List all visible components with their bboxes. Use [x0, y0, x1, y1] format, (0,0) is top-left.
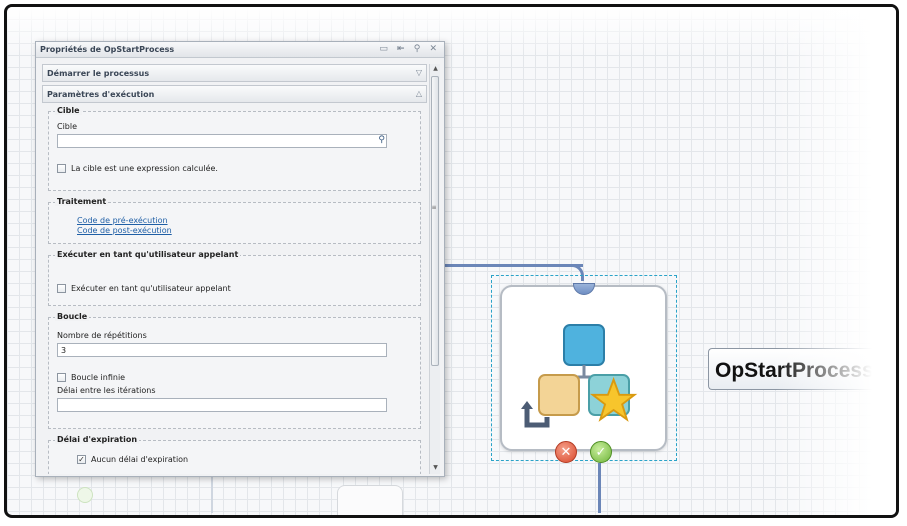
- chevron-down-icon[interactable]: ▽: [416, 68, 422, 77]
- panel-window-buttons[interactable]: ▭ ⇤ ⚲ ✕: [379, 44, 440, 54]
- group-legend: Boucle: [55, 312, 90, 321]
- chevron-up-icon[interactable]: △: [416, 89, 422, 98]
- group-legend: Traitement: [55, 197, 109, 206]
- panel-scrollbar[interactable]: ▲ ≡ ▼: [429, 64, 440, 474]
- connector-line[interactable]: [443, 264, 583, 267]
- group-execute-as: Exécuter en tant qu'utilisateur appelant…: [48, 250, 421, 306]
- execute-as-checkbox-row[interactable]: Exécuter en tant qu'utilisateur appelant: [57, 284, 412, 293]
- panel-title-bar[interactable]: Propriétés de OpStartProcess ▭ ⇤ ⚲ ✕: [36, 42, 444, 58]
- panel-title: Propriétés de OpStartProcess: [40, 45, 175, 54]
- loop-delay-label: Délai entre les itérations: [57, 386, 156, 395]
- loop-delay-input[interactable]: [57, 398, 387, 412]
- output-connector[interactable]: [598, 463, 601, 513]
- ghost-activity-node: [337, 485, 403, 515]
- scroll-up-icon[interactable]: ▲: [431, 65, 440, 74]
- section-label: Paramètres d'exécution: [47, 90, 155, 99]
- start-process-icon: [521, 324, 638, 428]
- repeat-count-value: 3: [61, 346, 67, 355]
- repeat-count-input[interactable]: 3: [57, 343, 387, 357]
- error-outcome-icon[interactable]: ✕: [555, 441, 577, 463]
- ghost-connector: [211, 473, 213, 513]
- section-execution-params[interactable]: Paramètres d'exécution △: [42, 85, 427, 103]
- cible-input[interactable]: ⚲: [57, 134, 387, 148]
- group-legend: Cible: [55, 106, 82, 115]
- no-timeout-label: Aucun délai d'expiration: [91, 455, 189, 464]
- cible-label: Cible: [57, 122, 78, 131]
- section-start-process[interactable]: Démarrer le processus ▽: [42, 64, 427, 82]
- infinite-loop-checkbox[interactable]: [57, 373, 66, 382]
- ghost-node-circle: [77, 487, 93, 503]
- scroll-grip-icon: ≡: [431, 204, 437, 211]
- pre-execution-link[interactable]: Code de pré-exécution: [77, 216, 412, 226]
- execute-as-checkbox[interactable]: [57, 284, 66, 293]
- success-outcome-icon[interactable]: ✓: [590, 441, 612, 463]
- designer-canvas[interactable]: ✕ ✓ OpStartProcess Propriétés de OpStart…: [4, 4, 899, 518]
- scroll-thumb[interactable]: [431, 76, 439, 366]
- infinite-loop-label: Boucle infinie: [71, 373, 126, 382]
- search-icon[interactable]: ⚲: [378, 135, 385, 145]
- section-label: Démarrer le processus: [47, 69, 150, 78]
- computed-checkbox[interactable]: [57, 164, 66, 173]
- group-boucle: Boucle Nombre de répétitions 3 Boucle in…: [48, 312, 421, 429]
- group-legend: Exécuter en tant qu'utilisateur appelant: [55, 250, 241, 259]
- execute-as-checkbox-label: Exécuter en tant qu'utilisateur appelant: [71, 284, 231, 293]
- scroll-down-icon[interactable]: ▼: [431, 464, 440, 473]
- group-timeout: Délai d'expiration ✓ Aucun délai d'expir…: [48, 435, 421, 474]
- computed-checkbox-label: La cible est une expression calculée.: [71, 164, 218, 173]
- group-cible: Cible Cible ⚲ La cible est une expressio…: [48, 106, 421, 191]
- canvas-right-fade: [776, 7, 896, 515]
- group-legend: Délai d'expiration: [55, 435, 140, 444]
- panel-body: Démarrer le processus ▽ Paramètres d'exé…: [42, 64, 427, 474]
- computed-checkbox-row[interactable]: La cible est une expression calculée.: [57, 164, 412, 173]
- post-execution-link[interactable]: Code de post-exécution: [77, 226, 412, 236]
- group-traitement: Traitement Code de pré-exécution Code de…: [48, 197, 421, 244]
- repeat-count-label: Nombre de répétitions: [57, 331, 147, 340]
- no-timeout-row[interactable]: ✓ Aucun délai d'expiration: [77, 455, 412, 464]
- properties-panel: Propriétés de OpStartProcess ▭ ⇤ ⚲ ✕ Dém…: [35, 41, 445, 477]
- no-timeout-checkbox[interactable]: ✓: [77, 455, 86, 464]
- infinite-loop-row[interactable]: Boucle infinie: [57, 373, 412, 382]
